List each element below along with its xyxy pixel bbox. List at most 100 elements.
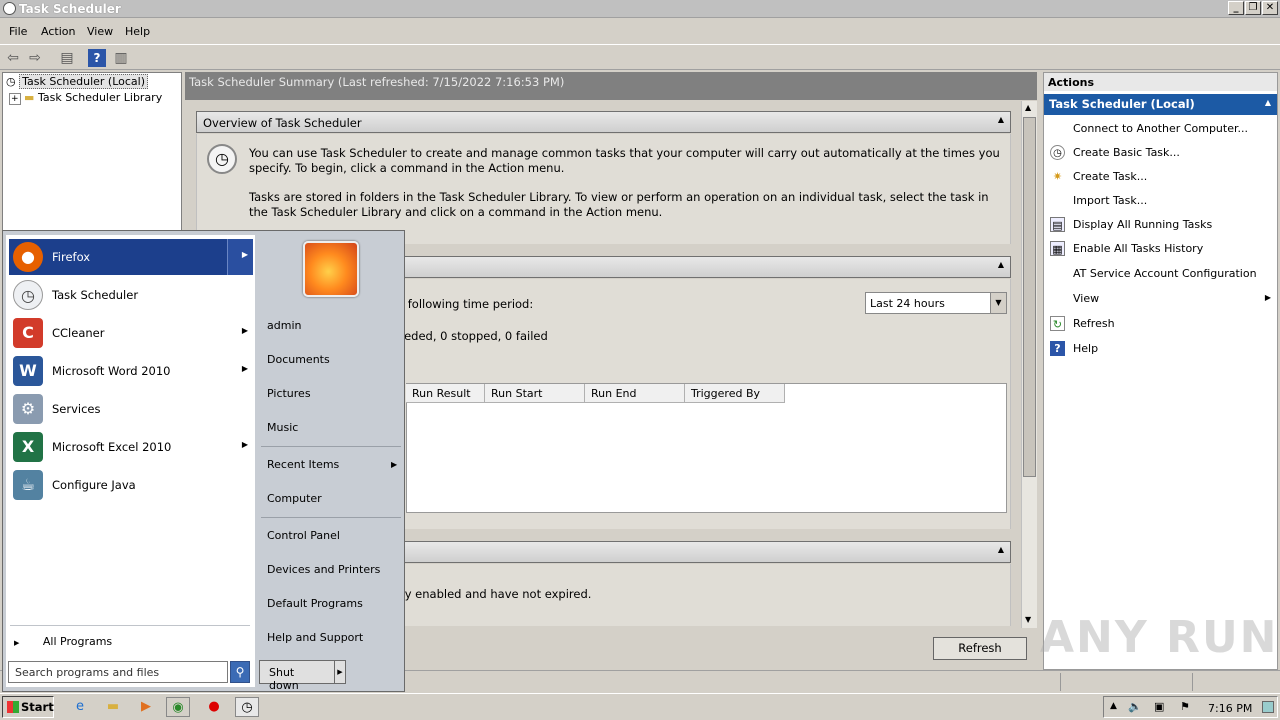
chevron-down-icon[interactable]: ▼ bbox=[990, 293, 1006, 313]
collapse-icon[interactable]: ▲ bbox=[998, 260, 1004, 269]
network-icon[interactable]: ▣ bbox=[1154, 700, 1164, 713]
col-run-start[interactable]: Run Start bbox=[485, 384, 585, 403]
scroll-down-icon[interactable]: ▼ bbox=[1025, 615, 1031, 624]
minimize-button[interactable]: _ bbox=[1228, 1, 1244, 15]
action-label: Refresh bbox=[1073, 317, 1115, 330]
action-center-flag-icon[interactable]: ⚑ bbox=[1180, 700, 1190, 713]
volume-icon[interactable]: 🔈 bbox=[1128, 700, 1142, 713]
status-period-text: e following time period: bbox=[397, 297, 534, 311]
tree-root-label: Task Scheduler (Local) bbox=[19, 74, 149, 89]
col-run-result[interactable]: Run Result bbox=[406, 384, 485, 403]
media-player-icon[interactable]: ▶ bbox=[134, 697, 158, 717]
recent-items-label: Recent Items bbox=[267, 458, 340, 471]
explorer-icon[interactable]: ▬ bbox=[101, 697, 125, 717]
all-programs[interactable]: ▶ All Programs bbox=[14, 635, 112, 648]
overview-section-header[interactable]: Overview of Task Scheduler ▲ bbox=[196, 111, 1011, 133]
menu-file[interactable]: File bbox=[9, 25, 27, 38]
collapse-icon[interactable]: ▲ bbox=[1265, 98, 1271, 107]
place-computer[interactable]: Computer bbox=[267, 492, 322, 505]
folder-icon: ▬ bbox=[24, 91, 35, 104]
start-label: Start bbox=[21, 700, 54, 714]
help-icon[interactable]: ? bbox=[88, 49, 106, 67]
action-create-task[interactable]: ✷ Create Task... bbox=[1044, 166, 1277, 188]
restore-button[interactable]: ❐ bbox=[1245, 1, 1261, 15]
show-hide-action-pane-icon[interactable]: ▥ bbox=[112, 49, 130, 67]
program-excel[interactable]: X Microsoft Excel 2010 ▶ bbox=[9, 429, 253, 465]
program-services[interactable]: ⚙ Services bbox=[9, 391, 253, 427]
action-at-service[interactable]: AT Service Account Configuration bbox=[1044, 263, 1277, 285]
status-divider bbox=[1192, 673, 1193, 691]
chevron-right-icon[interactable]: ▶ bbox=[242, 250, 248, 259]
tree-library-label: Task Scheduler Library bbox=[37, 91, 163, 104]
place-help-support[interactable]: Help and Support bbox=[267, 631, 363, 644]
opera-icon[interactable]: ● bbox=[202, 697, 226, 717]
action-refresh[interactable]: ↻ Refresh bbox=[1044, 313, 1277, 335]
action-create-basic-task[interactable]: ◷ Create Basic Task... bbox=[1044, 142, 1277, 164]
action-display-running[interactable]: ▤ Display All Running Tasks bbox=[1044, 214, 1277, 236]
place-devices-printers[interactable]: Devices and Printers bbox=[267, 563, 380, 576]
place-default-programs[interactable]: Default Programs bbox=[267, 597, 363, 610]
search-icon[interactable]: ⚲ bbox=[230, 661, 250, 683]
collapse-icon[interactable]: ▲ bbox=[998, 115, 1004, 124]
show-desktop-icon[interactable] bbox=[1262, 701, 1274, 713]
program-java[interactable]: ☕ Configure Java bbox=[9, 467, 253, 503]
tree-root[interactable]: ◷ Task Scheduler (Local) bbox=[6, 74, 149, 89]
action-connect[interactable]: Connect to Another Computer... bbox=[1044, 118, 1277, 140]
action-help[interactable]: ? Help bbox=[1044, 338, 1277, 360]
expand-icon[interactable]: + bbox=[9, 93, 21, 105]
action-import-task[interactable]: Import Task... bbox=[1044, 190, 1277, 212]
back-arrow-icon[interactable]: ⇦ bbox=[4, 49, 22, 67]
task-scheduler-icon: ◷ bbox=[13, 280, 43, 310]
ie-icon[interactable]: e bbox=[68, 697, 92, 717]
place-pictures[interactable]: Pictures bbox=[267, 387, 311, 400]
period-select[interactable]: Last 24 hours ▼ bbox=[865, 292, 1007, 314]
search-input[interactable]: Search programs and files bbox=[8, 661, 228, 683]
show-hide-tree-icon[interactable]: ▤ bbox=[58, 49, 76, 67]
menu-help[interactable]: Help bbox=[125, 25, 150, 38]
program-word[interactable]: W Microsoft Word 2010 ▶ bbox=[9, 353, 253, 389]
action-label: AT Service Account Configuration bbox=[1073, 267, 1257, 280]
close-button[interactable]: ✕ bbox=[1262, 1, 1278, 15]
collapse-icon[interactable]: ▲ bbox=[998, 545, 1004, 554]
menu-view[interactable]: View bbox=[87, 25, 113, 38]
overview-body: ◷ You can use Task Scheduler to create a… bbox=[196, 134, 1011, 244]
place-user[interactable]: admin bbox=[267, 319, 301, 332]
chevron-right-icon[interactable]: ▶ bbox=[242, 326, 248, 335]
program-label: Task Scheduler bbox=[52, 288, 139, 302]
place-control-panel[interactable]: Control Panel bbox=[267, 529, 340, 542]
user-avatar[interactable] bbox=[303, 241, 359, 297]
task-scheduler-taskbar-icon[interactable]: ◷ bbox=[235, 697, 259, 717]
chevron-up-icon[interactable]: ▲ bbox=[1110, 701, 1117, 711]
start-button[interactable]: Start bbox=[2, 696, 54, 718]
divider bbox=[261, 446, 401, 447]
place-music[interactable]: Music bbox=[267, 421, 298, 434]
program-firefox[interactable]: ● Firefox ▶ bbox=[9, 239, 253, 275]
status-divider bbox=[1060, 673, 1061, 691]
action-view[interactable]: View ▶ bbox=[1044, 288, 1277, 310]
all-programs-label: All Programs bbox=[42, 635, 113, 648]
actions-subheader[interactable]: Task Scheduler (Local) ▲ bbox=[1044, 94, 1277, 115]
chevron-right-icon[interactable]: ▶ bbox=[242, 440, 248, 449]
divider bbox=[10, 625, 250, 626]
program-task-scheduler[interactable]: ◷ Task Scheduler bbox=[9, 277, 253, 313]
refresh-button[interactable]: Refresh bbox=[933, 637, 1027, 660]
place-recent-items[interactable]: Recent Items ▶ bbox=[267, 458, 397, 471]
overview-paragraph-1: You can use Task Scheduler to create and… bbox=[249, 146, 1000, 175]
action-label: Connect to Another Computer... bbox=[1073, 122, 1248, 135]
chrome-icon[interactable]: ◉ bbox=[166, 697, 190, 717]
menu-action[interactable]: Action bbox=[41, 25, 75, 38]
scroll-up-icon[interactable]: ▲ bbox=[1025, 103, 1031, 112]
center-scrollbar[interactable]: ▲ ▼ bbox=[1021, 101, 1037, 628]
col-triggered-by[interactable]: Triggered By bbox=[685, 384, 785, 403]
tree-library[interactable]: + ▬ Task Scheduler Library bbox=[9, 91, 163, 105]
shutdown-button[interactable]: Shut down bbox=[259, 660, 335, 692]
place-documents[interactable]: Documents bbox=[267, 353, 330, 366]
forward-arrow-icon[interactable]: ⇨ bbox=[26, 49, 44, 67]
chevron-right-icon[interactable]: ▶ bbox=[242, 364, 248, 373]
action-enable-history[interactable]: ▦ Enable All Tasks History bbox=[1044, 238, 1277, 260]
scroll-thumb[interactable] bbox=[1023, 117, 1036, 477]
shutdown-options-icon[interactable]: ▶ bbox=[334, 660, 346, 684]
program-ccleaner[interactable]: C CCleaner ▶ bbox=[9, 315, 253, 351]
col-run-end[interactable]: Run End bbox=[585, 384, 685, 403]
clock[interactable]: 7:16 PM bbox=[1208, 702, 1252, 715]
